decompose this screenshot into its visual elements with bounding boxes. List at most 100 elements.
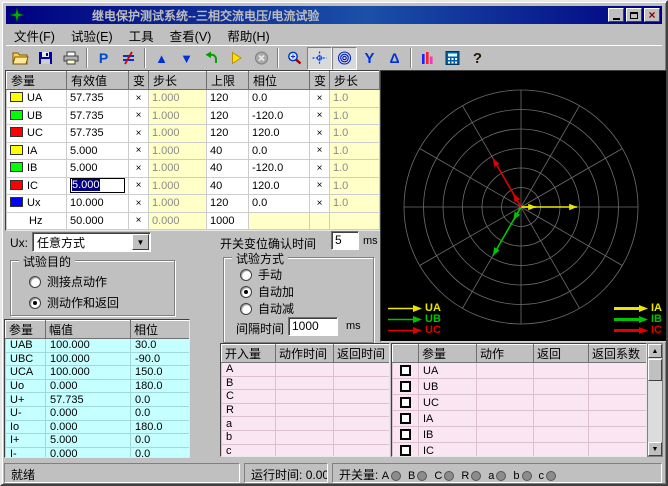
limit-cell[interactable]: 120 [207,125,249,143]
delta-connection-button[interactable]: Δ [382,47,407,70]
limit-cell[interactable]: 40 [207,160,249,178]
menu-item-4[interactable]: 帮助(H) [219,25,277,46]
vary-toggle-cell[interactable]: × [129,125,149,143]
bar-chart-button[interactable] [415,47,440,70]
param-value-cell[interactable]: 57.735 [67,107,129,125]
pause-p-button[interactable]: P [91,47,116,70]
vary-toggle-cell[interactable]: × [310,195,330,213]
checkbox-UC[interactable] [400,397,411,408]
checkbox-UB[interactable] [400,381,411,392]
crosshair-view-button[interactable] [307,47,332,70]
test-purpose-option-0[interactable]: 测接点动作 [29,273,107,290]
vary-toggle-cell[interactable]: × [310,177,330,195]
phase-cell[interactable]: -120.0 [249,107,310,125]
phasor-slash-button[interactable] [116,47,141,70]
vary-toggle-cell[interactable]: × [310,160,330,178]
vary-toggle-cell[interactable]: × [129,107,149,125]
scrollbar-thumb[interactable] [648,359,662,381]
zoom-button[interactable] [282,47,307,70]
checkbox-UA[interactable] [400,365,411,376]
menu-item-0[interactable]: 文件(F) [6,25,63,46]
param-value-cell[interactable]: 5.000 [67,160,129,178]
open-file-button[interactable] [8,47,33,70]
scroll-up-button[interactable]: ▲ [648,344,662,358]
param-value-cell[interactable]: 57.735 [67,125,129,143]
param-value-cell[interactable]: 50.000 [67,212,129,230]
test-mode-option-2[interactable]: 自动减 [240,300,294,317]
step-cell[interactable]: 1.000 [149,177,207,195]
step-cell[interactable]: 1.000 [149,195,207,213]
step-cell[interactable]: 1.000 [149,107,207,125]
vary-toggle-cell[interactable]: × [129,90,149,108]
param-value-cell[interactable]: 5.000 [67,177,129,195]
step-cell[interactable]: 1.000 [149,125,207,143]
radio-circle[interactable] [29,297,41,309]
step-cell[interactable]: 1.0 [330,142,380,160]
param-value-cell[interactable]: 57.735 [67,90,129,108]
limit-cell[interactable]: 40 [207,142,249,160]
phase-cell[interactable]: -120.0 [249,160,310,178]
wye-connection-button[interactable]: Y [357,47,382,70]
step-cell[interactable]: 1.0 [330,160,380,178]
phase-cell[interactable]: 0.0 [249,90,310,108]
limit-cell[interactable]: 120 [207,195,249,213]
step-cell[interactable]: 1.000 [149,90,207,108]
radio-circle[interactable] [240,269,252,281]
vary-toggle-cell[interactable]: × [129,160,149,178]
vary-toggle-cell[interactable] [310,212,330,230]
minimize-button[interactable] [608,8,624,22]
stop-button[interactable] [249,47,274,70]
maximize-button[interactable] [626,8,642,22]
close-button[interactable]: × [644,8,660,22]
checkbox-IB[interactable] [400,429,411,440]
circle-view-button[interactable] [332,47,357,70]
vertical-scrollbar[interactable]: ▲ ▼ [647,343,663,457]
step-cell[interactable]: 1.000 [149,142,207,160]
test-mode-option-0[interactable]: 手动 [240,266,282,283]
step-cell[interactable]: 1.0 [330,195,380,213]
undo-button[interactable] [199,47,224,70]
vary-toggle-cell[interactable]: × [310,90,330,108]
step-cell[interactable]: 0.000 [149,212,207,230]
vary-toggle-cell[interactable]: × [129,177,149,195]
step-cell[interactable] [330,212,380,230]
param-value-cell[interactable]: 5.000 [67,142,129,160]
vary-toggle-cell[interactable]: × [129,142,149,160]
save-button[interactable] [33,47,58,70]
print-button[interactable] [58,47,83,70]
scroll-down-button[interactable]: ▼ [648,442,662,456]
phase-cell[interactable]: 120.0 [249,177,310,195]
step-cell[interactable]: 1.0 [330,177,380,195]
test-purpose-option-1[interactable]: 测动作和返回 [29,294,119,311]
vary-toggle-cell[interactable]: × [310,107,330,125]
confirm-time-input[interactable]: 5 [331,231,359,250]
limit-cell[interactable]: 120 [207,90,249,108]
menu-item-1[interactable]: 试验(E) [63,25,121,46]
combo-dropdown-button[interactable]: ▼ [132,234,149,250]
start-button[interactable] [224,47,249,70]
radio-circle[interactable] [240,286,252,298]
value-edit-input[interactable]: 5.000 [70,178,125,193]
vary-toggle-cell[interactable]: × [129,195,149,213]
phase-cell[interactable]: 0.0 [249,195,310,213]
limit-cell[interactable]: 1000 [207,212,249,230]
step-up-button[interactable]: ▲ [149,47,174,70]
step-cell[interactable]: 1.000 [149,160,207,178]
param-value-cell[interactable]: 10.000 [67,195,129,213]
help-button[interactable]: ? [465,47,490,70]
menu-item-3[interactable]: 查看(V) [162,25,220,46]
step-cell[interactable]: 1.0 [330,90,380,108]
phase-cell[interactable]: 0.0 [249,142,310,160]
limit-cell[interactable]: 120 [207,107,249,125]
calculator-button[interactable] [440,47,465,70]
interval-input[interactable]: 1000 [288,317,338,336]
vary-toggle-cell[interactable]: × [129,212,149,230]
vary-toggle-cell[interactable]: × [310,125,330,143]
step-cell[interactable]: 1.0 [330,107,380,125]
phase-cell[interactable] [249,212,310,230]
step-down-button[interactable]: ▼ [174,47,199,70]
limit-cell[interactable]: 40 [207,177,249,195]
checkbox-IC[interactable] [400,445,411,456]
menu-item-2[interactable]: 工具 [121,25,162,46]
radio-circle[interactable] [240,303,252,315]
